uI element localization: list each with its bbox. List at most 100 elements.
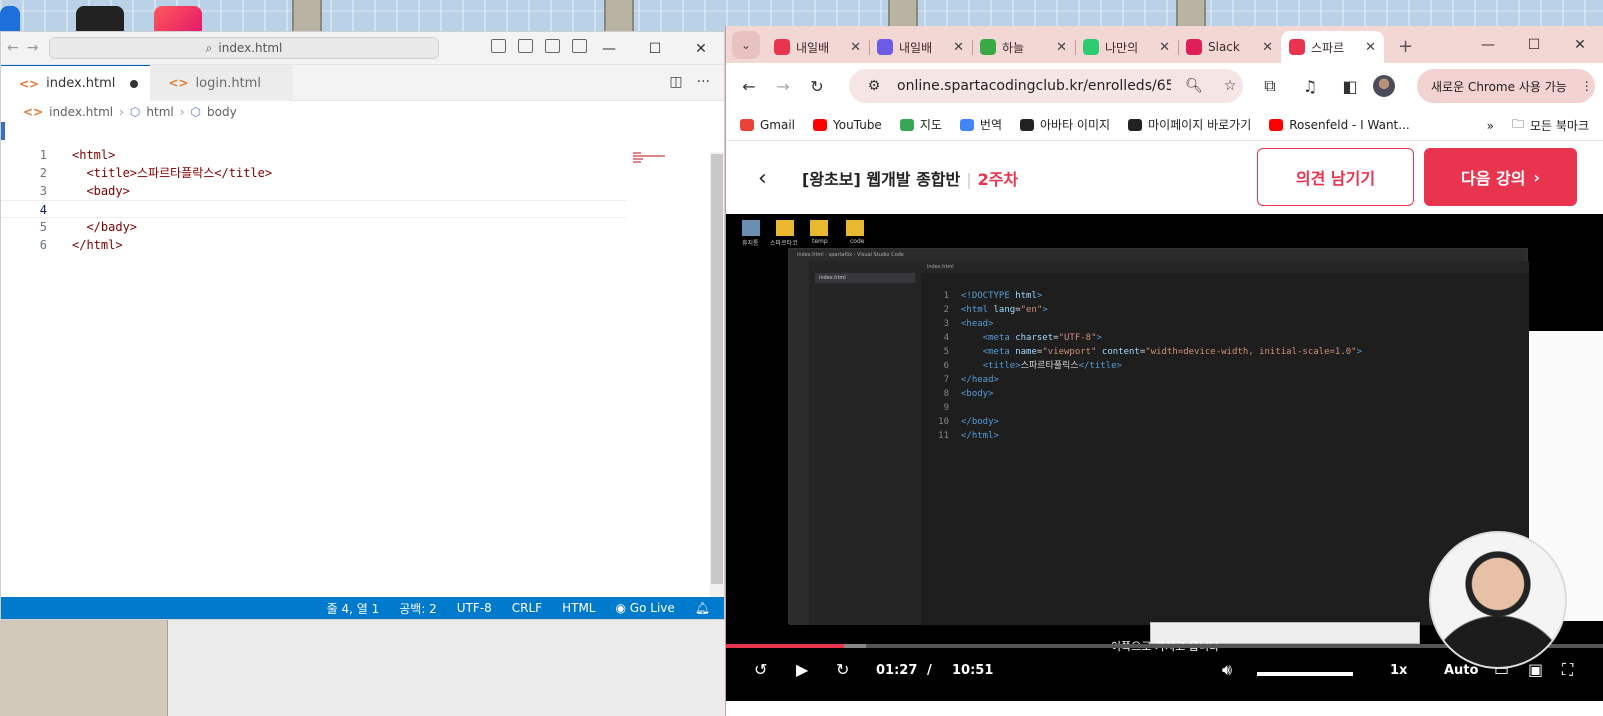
volume-slider[interactable] [1257,672,1353,676]
theater-mode-icon[interactable]: ▣ [1528,660,1543,679]
video-explorer-file: index.html [815,273,915,283]
video-code-line: 9 [921,401,1362,415]
figma-app-icon[interactable] [76,6,124,34]
editor-scrollbar[interactable] [710,152,724,602]
zoom-icon[interactable]: 🔍︎ [1181,78,1207,94]
forward-10-icon[interactable]: ↻ [836,660,849,679]
bookmark-item[interactable]: Gmail [740,116,795,133]
toggle-panel-icon[interactable] [518,39,533,53]
toggle-secondary-sidebar-icon[interactable] [545,39,560,53]
code-line[interactable]: 5 </bady> [1,218,711,236]
video-code-token: lang [993,305,1016,315]
address-bar[interactable]: ⚙ online.spartacodingclub.kr/enrolleds/6… [849,69,1243,103]
video-code-token: <html [961,305,994,315]
code-editor[interactable]: 1 <html> 2 <title>스파르타플락스</title> 3 <bady… [1,122,711,599]
bookmark-label: Rosenfeld - I Want... [1289,117,1410,132]
language-mode[interactable]: HTML [562,601,595,615]
all-bookmarks-folder[interactable]: 🗀 모든 북마크 [1512,115,1589,136]
reload-icon[interactable]: ↻ [800,69,834,103]
video-code-line: 10 </body> [921,415,1362,429]
chrome-tab[interactable]: 나만의 ✕ [1075,31,1178,63]
code-line-current[interactable]: 4 [1,200,626,218]
notifications-bell-icon[interactable]: 🔔︎ [695,601,710,615]
close-icon[interactable]: ✕ [678,32,724,65]
bookmark-item[interactable]: YouTube [813,116,882,133]
forward-arrow-icon[interactable]: → [27,40,39,56]
close-icon[interactable]: ✕ [1557,26,1603,63]
minimize-icon[interactable]: — [1465,26,1511,63]
next-lecture-button[interactable]: 다음 강의 › [1424,148,1577,206]
breadcrumb-item[interactable]: html [146,105,173,119]
encoding[interactable]: UTF-8 [457,601,492,615]
code-line[interactable]: 3 <bady> [1,182,711,200]
side-panel-icon[interactable]: ◧ [1333,69,1367,103]
tab-close-icon[interactable]: ✕ [953,40,964,55]
chrome-tab[interactable]: 내일배 ✕ [766,31,869,63]
chrome-tab[interactable]: 하늘 ✕ [972,31,1075,63]
bookmark-item[interactable]: 마이페이지 바로가기 [1128,116,1251,133]
desktop-app-icon[interactable] [0,6,20,34]
command-center[interactable]: ⌕ index.html [49,37,439,59]
bookmark-item[interactable]: 번역 [959,116,1002,133]
tab-close-icon[interactable]: ✕ [1365,40,1376,55]
minimap[interactable] [633,152,673,166]
back-arrow-icon[interactable]: ← [732,69,766,103]
go-live-button[interactable]: ◉ Go Live [616,601,675,615]
tab-login-html[interactable]: <> login.html [150,65,292,101]
editor-actions: ◫ ··· [669,74,710,90]
bookmark-item[interactable]: Rosenfeld - I Want... [1269,116,1410,133]
bookmark-item[interactable]: 아바타 이미지 [1020,116,1110,133]
active-line-marker [1,122,5,140]
bookmark-item[interactable]: 지도 [899,116,942,133]
media-controls-icon[interactable]: ♫ [1293,69,1327,103]
tab-index-html[interactable]: <> index.html [1,65,151,101]
more-actions-icon[interactable]: ··· [697,74,710,90]
creative-cloud-app-icon[interactable] [154,6,202,34]
customize-layout-icon[interactable] [572,39,587,53]
rewind-10-icon[interactable]: ↺ [754,660,767,679]
split-editor-icon[interactable]: ◫ [669,74,682,90]
more-bookmarks-icon[interactable]: » [1487,119,1494,133]
playback-speed-button[interactable]: 1x [1390,663,1407,678]
extensions-puzzle-icon[interactable]: ⧉ [1253,69,1287,103]
chrome-tab[interactable]: Slack ✕ [1178,31,1281,63]
site-info-icon[interactable]: ⚙ [861,78,887,94]
toggle-sidebar-icon[interactable] [491,39,506,53]
bookmark-favicon-icon [1269,118,1284,131]
indentation[interactable]: 공백: 2 [399,600,437,617]
tab-search-button[interactable]: ⌄ [732,31,760,59]
chrome-update-button[interactable]: 새로운 Chrome 사용 가능 ⋮ [1417,69,1595,103]
video-player[interactable]: 휴지통 스파르타코 temp code index.html - spartaf… [726,214,1603,701]
breadcrumb-item[interactable]: index.html [49,105,113,119]
tab-close-icon[interactable]: ✕ [1262,40,1273,55]
chrome-tab[interactable]: 스파르 ✕ [1281,31,1384,63]
chevron-left-icon[interactable]: ‹ [758,166,767,191]
code-line[interactable]: 6 </html> [1,236,711,254]
tab-close-icon[interactable]: ✕ [1056,40,1067,55]
unsaved-dot-icon[interactable] [130,79,139,88]
play-icon[interactable]: ▶ [796,660,808,679]
tab-close-icon[interactable]: ✕ [850,40,861,55]
minimize-icon[interactable]: — [586,32,632,65]
tab-close-icon[interactable]: ✕ [1159,40,1170,55]
cursor-position[interactable]: 줄 4, 열 1 [327,600,380,617]
code-line[interactable]: 2 <title>스파르타플락스</title> [1,164,711,182]
fullscreen-icon[interactable]: ⛶ [1562,660,1573,680]
kebab-menu-icon[interactable]: ⋮ [1581,79,1593,93]
chrome-tab[interactable]: 내일배 ✕ [869,31,972,63]
back-arrow-icon[interactable]: ← [7,40,19,56]
code-line[interactable]: 1 <html> [1,146,711,164]
line-ending[interactable]: CRLF [512,601,542,615]
maximize-icon[interactable]: ☐ [1511,26,1557,63]
volume-icon[interactable]: 🔊︎ [1222,660,1232,680]
forward-arrow-icon[interactable]: → [766,69,800,103]
profile-avatar[interactable] [1373,75,1395,97]
bookmark-star-icon[interactable]: ☆ [1217,78,1243,94]
quality-button[interactable]: Auto [1444,663,1478,678]
feedback-button[interactable]: 의견 남기기 [1257,148,1414,206]
chrome-window: ⌄ 내일배 ✕ 내일배 ✕ 하늘 ✕ 나만의 ✕ Slack ✕ 스파르 ✕ + — ☐ ✕ ← → … [725,26,1603,716]
maximize-icon[interactable]: ☐ [632,32,678,65]
breadcrumb-item[interactable]: body [207,105,237,119]
new-tab-plus-icon[interactable]: + [1398,36,1413,57]
scrollbar-thumb[interactable] [711,154,723,584]
